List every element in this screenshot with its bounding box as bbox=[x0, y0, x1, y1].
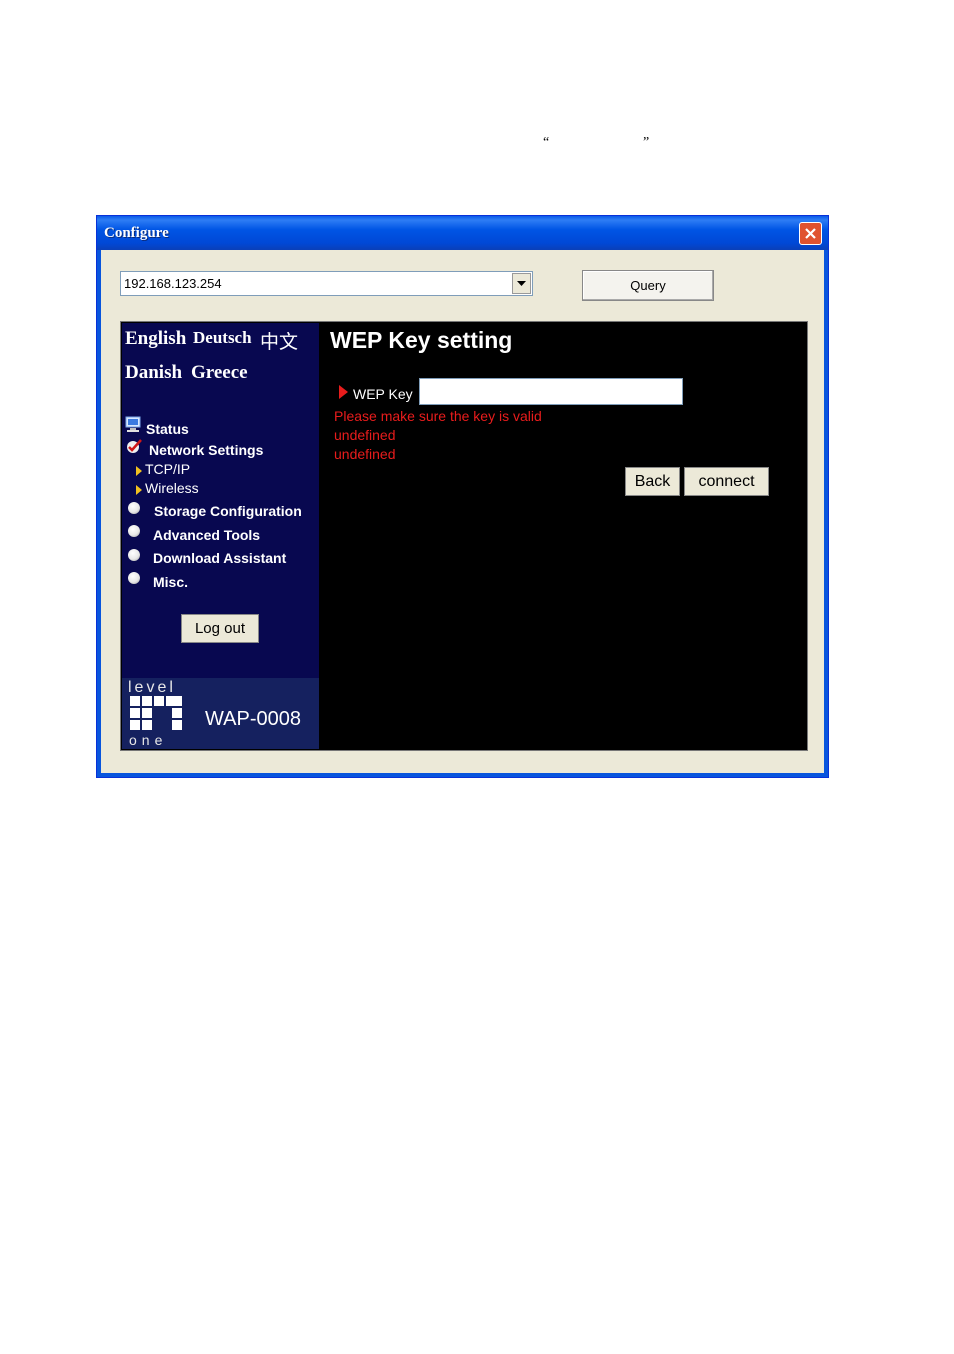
connect-button[interactable]: connect bbox=[684, 467, 769, 496]
error-undefined-2: undefined bbox=[334, 446, 396, 462]
sidebar: English Deutsch 中文 Danish Greece Status bbox=[122, 323, 319, 749]
nav-wireless[interactable]: Wireless bbox=[145, 480, 199, 496]
close-button[interactable] bbox=[799, 222, 822, 245]
lang-greece[interactable]: Greece bbox=[191, 362, 248, 384]
nav-network-settings[interactable]: Network Settings bbox=[149, 442, 263, 458]
brand-level-text: level bbox=[128, 679, 176, 696]
nav-download-assistant[interactable]: Download Assistant bbox=[153, 550, 286, 566]
combo-dropdown-button[interactable] bbox=[512, 273, 531, 294]
page-title: WEP Key setting bbox=[330, 327, 513, 353]
open-quote: “ bbox=[543, 135, 550, 150]
nav-status[interactable]: Status bbox=[146, 421, 189, 437]
ip-address-combo[interactable]: 192.168.123.254 bbox=[120, 271, 533, 296]
ip-address-value: 192.168.123.254 bbox=[124, 276, 222, 291]
circle-bullet-icon bbox=[128, 525, 140, 537]
brand-one-text: one bbox=[129, 732, 168, 748]
logout-button[interactable]: Log out bbox=[181, 614, 259, 643]
nav-misc[interactable]: Misc. bbox=[153, 574, 188, 590]
circle-bullet-icon bbox=[128, 549, 140, 561]
wep-key-label: WEP Key bbox=[353, 386, 413, 402]
wep-key-input[interactable] bbox=[419, 378, 683, 405]
error-undefined-1: undefined bbox=[334, 427, 396, 443]
circle-bullet-icon bbox=[128, 572, 140, 584]
window-border-right bbox=[824, 250, 828, 777]
triangle-right-icon bbox=[136, 463, 142, 481]
lang-english[interactable]: English bbox=[125, 328, 186, 350]
query-button[interactable]: Query bbox=[582, 270, 714, 301]
red-triangle-icon bbox=[339, 385, 348, 404]
lang-chinese[interactable]: 中文 bbox=[260, 327, 298, 354]
monitor-icon bbox=[125, 416, 142, 438]
window-title: Configure bbox=[104, 225, 169, 241]
lang-danish[interactable]: Danish bbox=[125, 362, 182, 384]
window-border-bottom bbox=[97, 773, 828, 777]
nav-tcpip[interactable]: TCP/IP bbox=[145, 461, 190, 477]
nav-storage-configuration[interactable]: Storage Configuration bbox=[154, 503, 302, 519]
checkmark-icon bbox=[126, 438, 143, 460]
title-bar[interactable]: Configure bbox=[97, 216, 828, 250]
close-quote: ” bbox=[643, 135, 650, 150]
lang-deutsch[interactable]: Deutsch bbox=[193, 328, 252, 348]
window-border-left bbox=[97, 250, 101, 777]
config-panel: English Deutsch 中文 Danish Greece Status bbox=[120, 321, 808, 751]
configure-window: Configure 192.168.123.254 Query English … bbox=[96, 215, 829, 778]
nav-advanced-tools[interactable]: Advanced Tools bbox=[153, 527, 260, 543]
levelone-logo-icon bbox=[130, 696, 184, 737]
error-message: Please make sure the key is valid bbox=[334, 408, 542, 424]
triangle-right-icon bbox=[136, 482, 142, 500]
brand-area: level one WAP-0008 bbox=[122, 678, 319, 749]
model-name: WAP-0008 bbox=[205, 708, 301, 730]
circle-bullet-icon bbox=[128, 502, 140, 514]
back-button[interactable]: Back bbox=[625, 467, 680, 496]
